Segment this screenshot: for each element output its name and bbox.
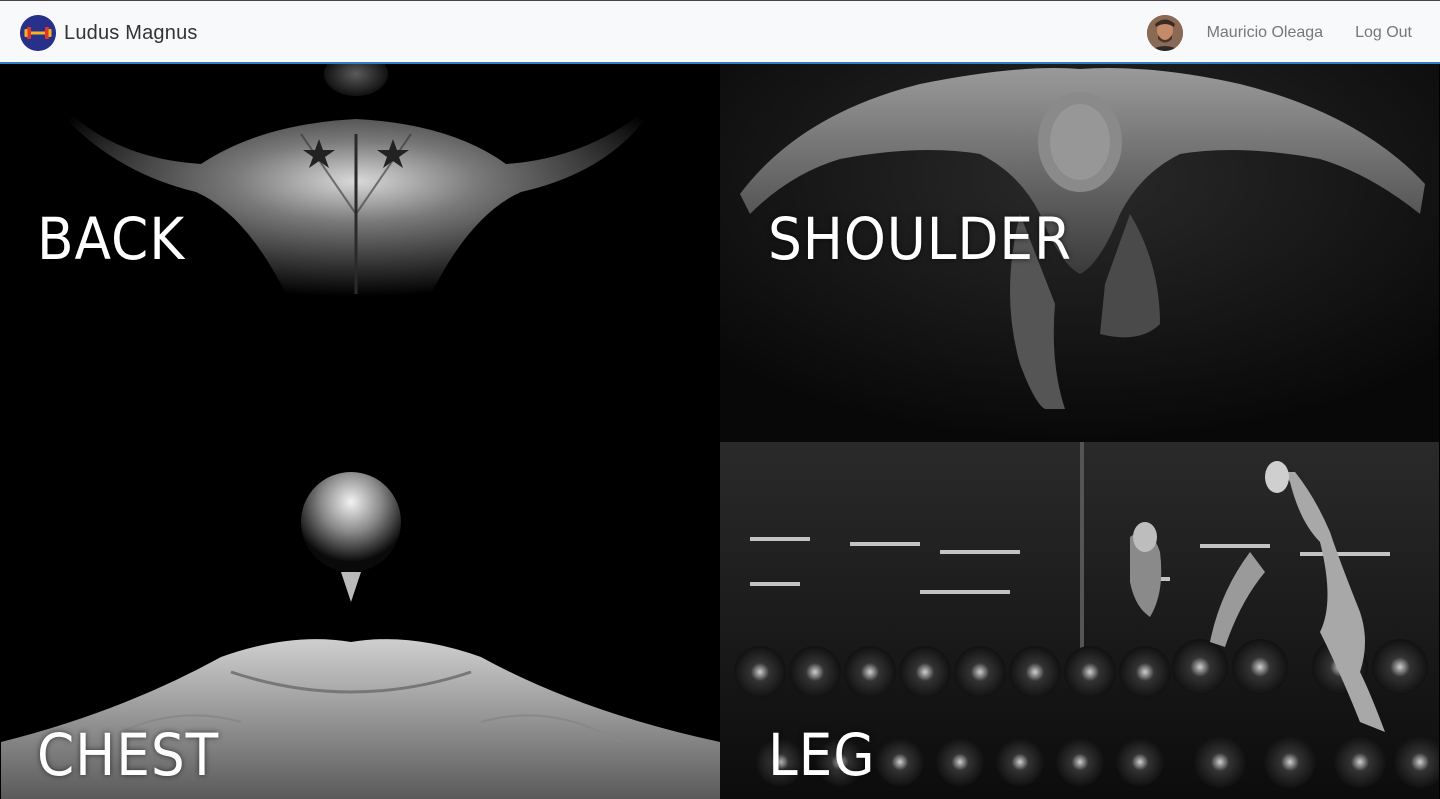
muscle-group-grid: BACK SHOULDER CHEST LEG: [0, 64, 1440, 799]
category-label-back: BACK: [37, 205, 186, 273]
category-tile-chest[interactable]: CHEST: [1, 442, 720, 799]
category-tile-shoulder[interactable]: SHOULDER: [720, 64, 1439, 442]
brand-name: Ludus Magnus: [64, 21, 198, 44]
category-tile-leg[interactable]: LEG: [720, 442, 1439, 799]
category-label-leg: LEG: [768, 721, 876, 789]
category-label-shoulder: SHOULDER: [768, 205, 1073, 273]
category-label-chest: CHEST: [37, 721, 220, 789]
user-avatar[interactable]: [1146, 15, 1183, 51]
brand-link[interactable]: Ludus Magnus: [20, 14, 198, 52]
user-profile-link[interactable]: Mauricio Oleaga: [1207, 24, 1324, 42]
logout-link[interactable]: Log Out: [1355, 24, 1412, 42]
user-nav: Mauricio Oleaga Log Out: [1146, 14, 1412, 52]
dumbbell-icon: [20, 15, 56, 51]
category-tile-back[interactable]: BACK: [1, 64, 720, 442]
top-navbar: Ludus Magnus Mauricio Oleaga Log Out: [0, 0, 1440, 64]
